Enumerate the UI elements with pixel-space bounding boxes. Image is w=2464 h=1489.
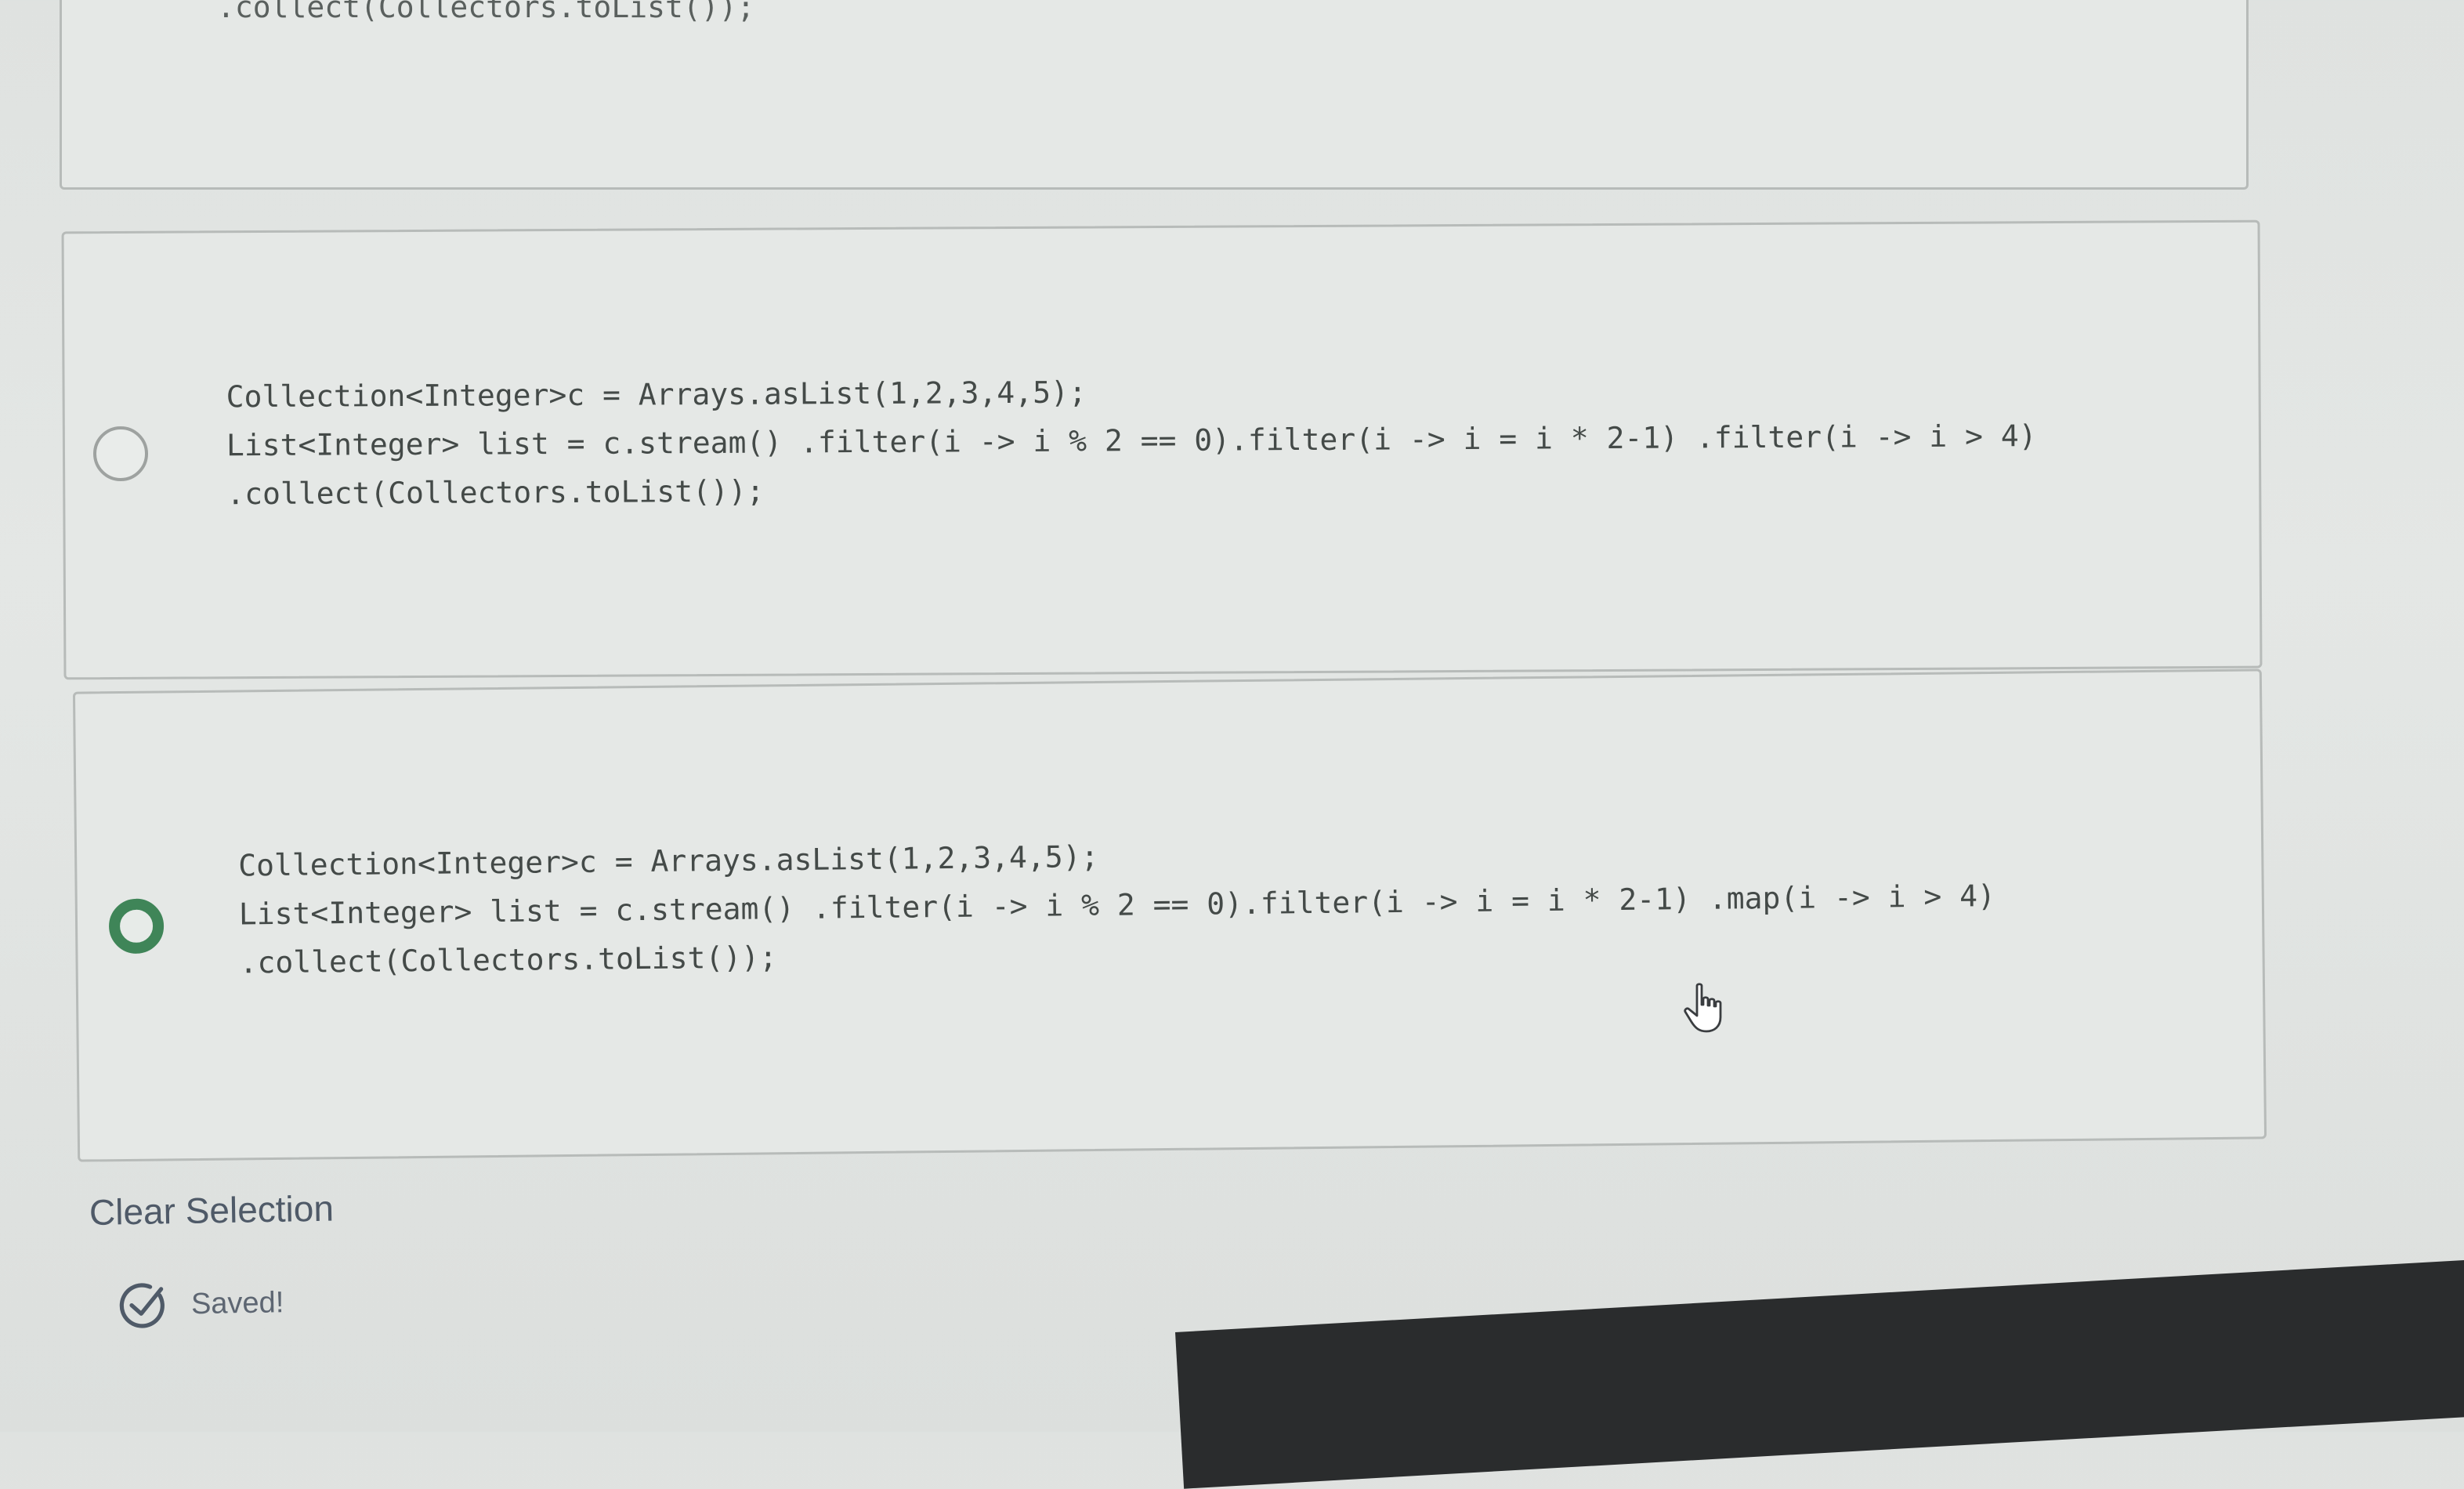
option-3-code: Collection<Integer>c = Arrays.asList(1,2… [238, 823, 1996, 987]
code-line: .collect(Collectors.toList()); [226, 473, 765, 512]
code-line: Collection<Integer>c = Arrays.asList(1,2… [238, 839, 1099, 883]
option-2-code: Collection<Integer>c = Arrays.asList(1,2… [226, 363, 2037, 518]
code-line: .collect(Collectors.toList()); [239, 940, 778, 980]
option-2-radio[interactable] [92, 426, 149, 482]
check-circle-icon [119, 1283, 165, 1328]
code-line: Collection<Integer>c = Arrays.asList(1,2… [226, 375, 1087, 415]
answer-option-2[interactable]: Collection<Integer>c = Arrays.asList(1,2… [61, 219, 2263, 680]
saved-status: Saved! [117, 1277, 284, 1331]
option-3-radio[interactable] [108, 898, 165, 955]
code-line: List<Integer> list = c.stream() .filter(… [226, 418, 2037, 463]
answer-option-3[interactable]: Collection<Integer>c = Arrays.asList(1,2… [72, 668, 2267, 1162]
clear-selection-link[interactable]: Clear Selection [89, 1187, 335, 1234]
hand-pointer-icon [1684, 983, 1722, 1033]
code-line: List<Integer> list = c.stream() .filter(… [238, 878, 1996, 932]
saved-label: Saved! [190, 1285, 284, 1321]
option-1-code: .collect(Collectors.toList()); [217, 0, 754, 31]
monitor-bezel [1175, 1258, 2464, 1489]
quiz-page: .collect(Collectors.toList()); Collectio… [0, 0, 2464, 1489]
answer-option-1[interactable]: .collect(Collectors.toList()); [60, 0, 2249, 190]
code-line: .collect(Collectors.toList()); [217, 0, 755, 24]
